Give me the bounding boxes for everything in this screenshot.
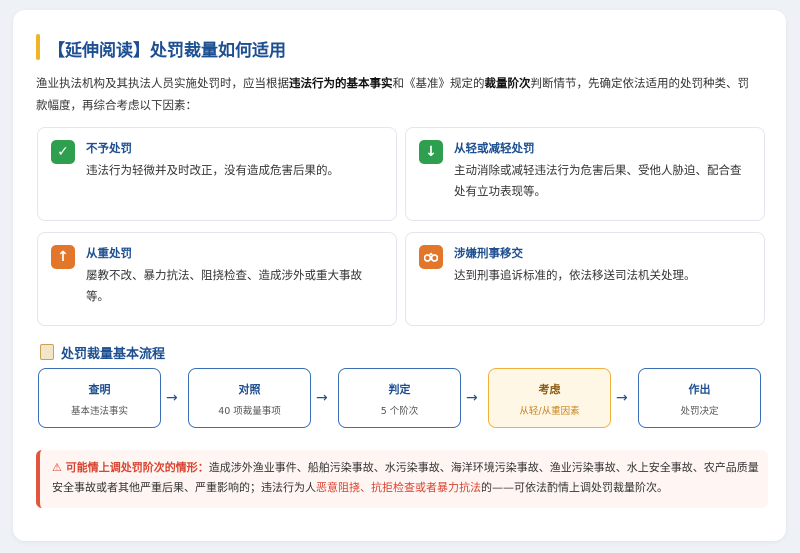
check-icon: ✓ bbox=[51, 140, 75, 164]
step-sub: 从轻/从重因素 bbox=[519, 406, 580, 417]
flow-step-2: 对照 40 项裁量事项 bbox=[188, 368, 311, 428]
title-accent-bar bbox=[36, 34, 40, 60]
warning-body-2: 的——可依法酌情上调处罚裁量阶次。 bbox=[481, 481, 668, 494]
warning-emphasis: 恶意阻挠、抗拒检查或者暴力抗法 bbox=[316, 481, 481, 494]
factor-text: 达到刑事追诉标准的，依法移送司法机关处理。 bbox=[454, 268, 696, 282]
flow-step-5: 作出 处罚决定 bbox=[638, 368, 761, 428]
intro-text-1: 渔业执法机构及其执法人员实施处罚时，应当根据 bbox=[36, 76, 289, 90]
step-sub: 40 项裁量事项 bbox=[218, 406, 281, 417]
flow-step-1: 查明 基本违法事实 bbox=[38, 368, 161, 428]
step-title: 作出 bbox=[688, 383, 711, 396]
intro-text-2: 和《基准》规定的 bbox=[392, 76, 485, 90]
step-title: 判定 bbox=[388, 383, 411, 396]
flow-title-text: 处罚裁量基本流程 bbox=[61, 347, 166, 362]
warning-text: ⚠ 可能情上调处罚阶次的情形：造成涉外渔业事件、船舶污染事故、水污染事故、海洋环… bbox=[52, 458, 767, 498]
factor-title: 从重处罚 bbox=[86, 246, 132, 260]
factor-card-lighter: ↓ 从轻或减轻处罚 主动消除或减轻违法行为危害后果、受他人胁迫、配合查处有立功表… bbox=[405, 127, 765, 221]
step-title: 查明 bbox=[88, 383, 111, 396]
step-title: 考虑 bbox=[538, 383, 561, 396]
factor-text: 违法行为轻微并及时改正，没有造成危害后果的。 bbox=[86, 163, 339, 177]
factor-text: 屡教不改、暴力抗法、阻挠检查、造成涉外或重大事故等。 bbox=[86, 268, 362, 303]
flow-arrow-icon: → bbox=[616, 390, 628, 406]
factor-title: 从轻或减轻处罚 bbox=[454, 141, 535, 155]
factor-card-criminal: 涉嫌刑事移交 达到刑事追诉标准的，依法移送司法机关处理。 bbox=[405, 232, 765, 326]
factor-card-no-penalty: ✓ 不予处罚 违法行为轻微并及时改正，没有造成危害后果的。 bbox=[37, 127, 397, 221]
handcuffs-icon bbox=[419, 245, 443, 269]
intro-bold-2: 裁量阶次 bbox=[484, 76, 531, 90]
factor-text: 主动消除或减轻违法行为危害后果、受他人胁迫、配合查处有立功表现等。 bbox=[454, 163, 742, 198]
arrow-down-icon: ↓ bbox=[419, 140, 443, 164]
flow-arrow-icon: → bbox=[166, 390, 178, 406]
warning-callout: ⚠ 可能情上调处罚阶次的情形：造成涉外渔业事件、船舶污染事故、水污染事故、海洋环… bbox=[36, 450, 768, 508]
flow-arrow-icon: → bbox=[466, 390, 478, 406]
step-sub: 基本违法事实 bbox=[70, 406, 128, 417]
step-sub: 处罚决定 bbox=[680, 406, 719, 417]
factor-title: 不予处罚 bbox=[86, 141, 132, 155]
flow-heading: 处罚裁量基本流程 bbox=[40, 343, 165, 362]
flow-step-4: 考虑 从轻/从重因素 bbox=[488, 368, 611, 428]
warning-lead: ⚠ 可能情上调处罚阶次的情形： bbox=[52, 461, 209, 474]
arrow-up-icon: ↑ bbox=[51, 245, 75, 269]
factor-title: 涉嫌刑事移交 bbox=[454, 246, 523, 260]
step-title: 对照 bbox=[238, 383, 261, 396]
flow-step-3: 判定 5 个阶次 bbox=[338, 368, 461, 428]
clipboard-icon bbox=[40, 344, 54, 360]
handcuffs-glyph bbox=[424, 252, 438, 262]
flow-arrow-icon: → bbox=[316, 390, 328, 406]
intro-bold-1: 违法行为的基本事实 bbox=[289, 76, 393, 90]
step-sub: 5 个阶次 bbox=[380, 406, 419, 417]
factor-card-heavier: ↑ 从重处罚 屡教不改、暴力抗法、阻挠检查、造成涉外或重大事故等。 bbox=[37, 232, 397, 326]
intro-paragraph: 渔业执法机构及其执法人员实施处罚时，应当根据违法行为的基本事实和《基准》规定的裁… bbox=[36, 72, 758, 116]
page-title: 【延伸阅读】处罚裁量如何适用 bbox=[48, 41, 286, 61]
